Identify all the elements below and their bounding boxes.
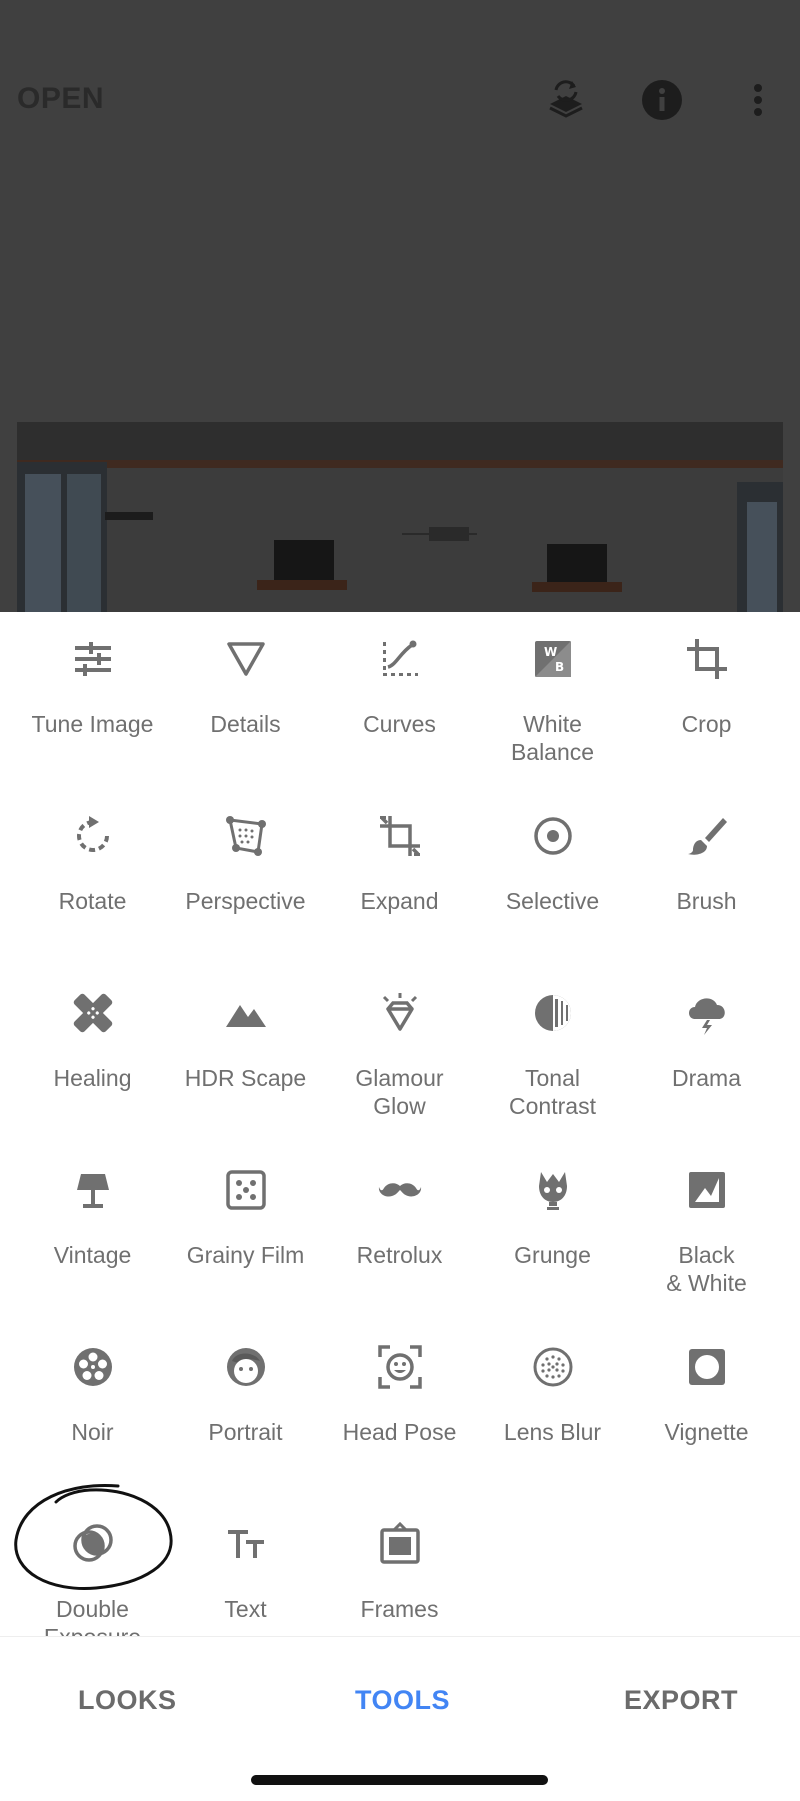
tool-perspective[interactable]: Perspective — [169, 789, 322, 959]
tool-label: Retrolux — [356, 1242, 443, 1268]
tool-grainy-film[interactable]: Grainy Film — [169, 1143, 322, 1313]
tool-label: Text — [224, 1596, 267, 1622]
home-indicator — [251, 1775, 548, 1785]
svg-text:B: B — [555, 660, 564, 674]
tool-retrolux[interactable]: Retrolux — [323, 1143, 476, 1313]
tool-text[interactable]: Text — [169, 1497, 322, 1636]
tool-label: Crop — [681, 711, 732, 737]
expand-icon — [378, 814, 422, 858]
tool-label: Lens Blur — [503, 1419, 602, 1445]
details-triangle-icon — [224, 637, 268, 681]
tool-curves[interactable]: Curves — [323, 612, 476, 782]
text-icon — [224, 1522, 268, 1566]
tool-label: White Balance — [510, 711, 595, 765]
tool-selective[interactable]: Selective — [476, 789, 629, 959]
tool-healing[interactable]: Healing — [16, 966, 169, 1136]
tab-looks[interactable]: LOOKS — [78, 1685, 177, 1716]
tool-label: Grainy Film — [186, 1242, 305, 1268]
grunge-icon — [531, 1168, 575, 1212]
image-editor-header: OPEN — [0, 0, 800, 612]
tool-label: Black & White — [666, 1242, 747, 1296]
tool-white-balance[interactable]: W B White Balance — [476, 612, 629, 782]
rotate-icon — [71, 814, 115, 858]
tab-export[interactable]: EXPORT — [624, 1685, 738, 1716]
curves-icon — [378, 637, 422, 681]
tool-black-white[interactable]: Black & White — [630, 1143, 783, 1313]
tool-grunge[interactable]: Grunge — [476, 1143, 629, 1313]
svg-text:W: W — [544, 645, 557, 659]
tool-drama[interactable]: Drama — [630, 966, 783, 1136]
tool-label: Selective — [505, 888, 600, 914]
tool-label: Rotate — [58, 888, 127, 914]
tool-label: Double Exposure — [44, 1596, 141, 1636]
tool-label: Glamour Glow — [355, 1065, 444, 1119]
tool-brush[interactable]: Brush — [630, 789, 783, 959]
tool-label: Grunge — [514, 1242, 591, 1268]
brush-icon — [685, 814, 729, 858]
tool-label: Perspective — [185, 888, 306, 914]
tool-expand[interactable]: Expand — [323, 789, 476, 959]
mountains-icon — [224, 991, 268, 1035]
face-icon — [224, 1345, 268, 1389]
tool-rotate[interactable]: Rotate — [16, 789, 169, 959]
healing-bandage-icon — [71, 991, 115, 1035]
tool-label: Expand — [360, 888, 439, 914]
tool-label: Head Pose — [342, 1419, 457, 1445]
tool-label: Tune Image — [31, 711, 154, 737]
perspective-icon — [224, 814, 268, 858]
double-exposure-icon — [71, 1522, 115, 1566]
tool-details[interactable]: Details — [169, 612, 322, 782]
frames-icon — [378, 1521, 422, 1566]
tool-double-exposure[interactable]: Double Exposure — [16, 1497, 169, 1636]
selective-icon — [531, 814, 575, 858]
tool-label: Noir — [71, 1419, 114, 1445]
tool-label: Drama — [671, 1065, 741, 1091]
tool-label: Curves — [363, 711, 436, 737]
tonal-contrast-icon — [531, 991, 575, 1035]
info-icon[interactable] — [640, 78, 684, 122]
tool-tonal-contrast[interactable]: Tonal Contrast — [476, 966, 629, 1136]
diamond-icon — [378, 991, 422, 1035]
storm-cloud-icon — [685, 991, 729, 1035]
grain-icon — [224, 1168, 268, 1212]
tool-label: Portrait — [208, 1419, 283, 1445]
tool-label: Tonal Contrast — [509, 1065, 596, 1119]
tool-label: Frames — [360, 1596, 439, 1622]
lens-blur-icon — [531, 1345, 575, 1389]
tool-noir[interactable]: Noir — [16, 1320, 169, 1490]
more-vert-icon[interactable] — [736, 78, 780, 122]
tool-head-pose[interactable]: Head Pose — [323, 1320, 476, 1490]
tool-crop[interactable]: Crop — [630, 612, 783, 782]
photo-preview — [17, 422, 783, 612]
tool-label: Vintage — [53, 1242, 132, 1268]
film-reel-icon — [71, 1345, 115, 1389]
lamp-icon — [71, 1168, 115, 1212]
tool-tune-image[interactable]: Tune Image — [16, 612, 169, 782]
layers-stack-icon[interactable] — [544, 78, 588, 122]
tool-label: Details — [210, 711, 281, 737]
tool-label: Healing — [53, 1065, 132, 1091]
tool-label: Vignette — [664, 1419, 749, 1445]
tool-vintage[interactable]: Vintage — [16, 1143, 169, 1313]
tool-vignette[interactable]: Vignette — [630, 1320, 783, 1490]
tool-label: Brush — [676, 888, 737, 914]
crop-icon — [685, 637, 729, 681]
mustache-icon — [378, 1168, 422, 1212]
tool-label: HDR Scape — [184, 1065, 307, 1091]
open-button[interactable]: OPEN — [17, 82, 104, 116]
tool-lens-blur[interactable]: Lens Blur — [476, 1320, 629, 1490]
white-balance-icon: W B — [531, 637, 575, 681]
head-pose-icon — [377, 1345, 422, 1389]
tune-icon — [71, 637, 115, 681]
tool-portrait[interactable]: Portrait — [169, 1320, 322, 1490]
tab-tools[interactable]: TOOLS — [355, 1685, 450, 1716]
tool-glamour-glow[interactable]: Glamour Glow — [323, 966, 476, 1136]
black-white-photo-icon — [685, 1168, 729, 1212]
vignette-icon — [685, 1345, 729, 1389]
tools-panel: Tune Image Details Curves W B White Balanc… — [0, 612, 800, 1636]
tool-hdr-scape[interactable]: HDR Scape — [169, 966, 322, 1136]
tool-frames[interactable]: Frames — [323, 1497, 476, 1636]
